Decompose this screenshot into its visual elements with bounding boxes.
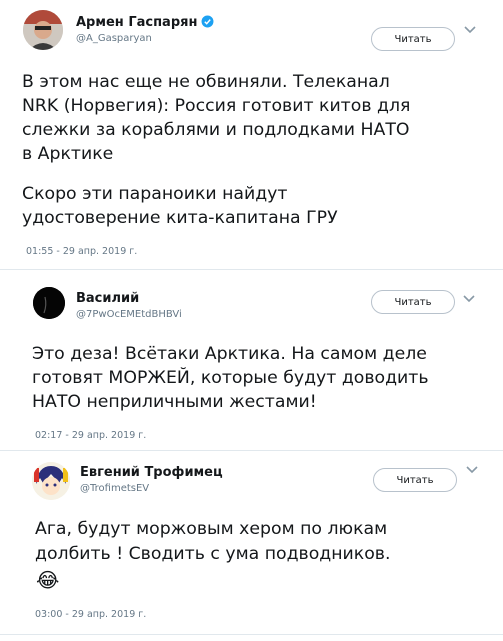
chevron-down-icon[interactable] xyxy=(463,25,477,35)
avatar[interactable] xyxy=(23,10,63,50)
author-name-text: Армен Гаспарян xyxy=(76,15,198,30)
tweet-timestamp[interactable]: 02:17 - 29 апр. 2019 г. xyxy=(35,430,146,441)
author-name-text: Василий xyxy=(76,291,140,306)
avatar[interactable] xyxy=(32,462,70,500)
tweet-1: Армен Гаспарян @A_Gasparyan Читать В это… xyxy=(0,0,503,270)
tweet-3: Евгений Трофимец @TrofimetsEV Читать Ага… xyxy=(0,451,503,641)
tweet-text-line: Скоро эти параноики найдут xyxy=(22,184,288,204)
tweet-text-line: удостоверение кита-капитана ГРУ xyxy=(22,208,338,228)
chevron-down-icon[interactable] xyxy=(462,294,476,304)
author-handle[interactable]: @A_Gasparyan xyxy=(76,33,152,44)
author-name[interactable]: Армен Гаспарян xyxy=(76,15,214,30)
tweet-text-line: готовят МОРЖЕЙ, которые будут доводить xyxy=(32,368,429,388)
avatar-dark-icon xyxy=(33,287,65,319)
tweet-timestamp[interactable]: 03:00 - 29 апр. 2019 г. xyxy=(35,609,146,620)
tweet-timestamp[interactable]: 01:55 - 29 апр. 2019 г. xyxy=(26,246,137,257)
chevron-down-icon[interactable] xyxy=(465,465,479,475)
follow-button[interactable]: Читать xyxy=(371,27,455,51)
author-handle[interactable]: @TrofimetsEV xyxy=(80,483,149,494)
tweet-text-line: Ага, будут моржовым хером по люкам xyxy=(35,519,388,539)
divider xyxy=(0,634,503,635)
author-handle[interactable]: @7PwOcEMEtdBHBVi xyxy=(76,309,182,320)
tweet-text-line: слежки за кораблями и подлодками НАТО xyxy=(22,120,410,140)
avatar-photo-icon xyxy=(23,10,63,50)
tweet-text-line: НАТО неприличными жестами! xyxy=(32,392,317,412)
follow-button[interactable]: Читать xyxy=(371,290,455,314)
verified-badge-icon xyxy=(202,15,214,28)
tweet-text-line: долбить ! Сводить с ума подводников. xyxy=(35,544,391,564)
tweet-2: Василий @7PwOcEMEtdBHBVi Читать Это деза… xyxy=(0,270,503,450)
tweet-text-line: NRK (Норвегия): Россия готовит китов для xyxy=(22,96,411,116)
author-name[interactable]: Василий xyxy=(76,291,139,306)
author-name[interactable]: Евгений Трофимец xyxy=(80,465,223,480)
author-name-text: Евгений Трофимец xyxy=(80,465,223,480)
avatar-anime-icon xyxy=(32,462,70,500)
tweet-text-line: Это деза! Всётаки Арктика. На самом деле xyxy=(32,344,427,364)
avatar[interactable] xyxy=(33,287,65,319)
tweet-text-line: В этом нас еще не обвиняли. Телеканал xyxy=(22,72,390,92)
follow-button[interactable]: Читать xyxy=(373,468,457,492)
tears-of-joy-emoji: 😂 xyxy=(36,568,60,592)
tweet-text-line: в Арктике xyxy=(22,144,114,164)
